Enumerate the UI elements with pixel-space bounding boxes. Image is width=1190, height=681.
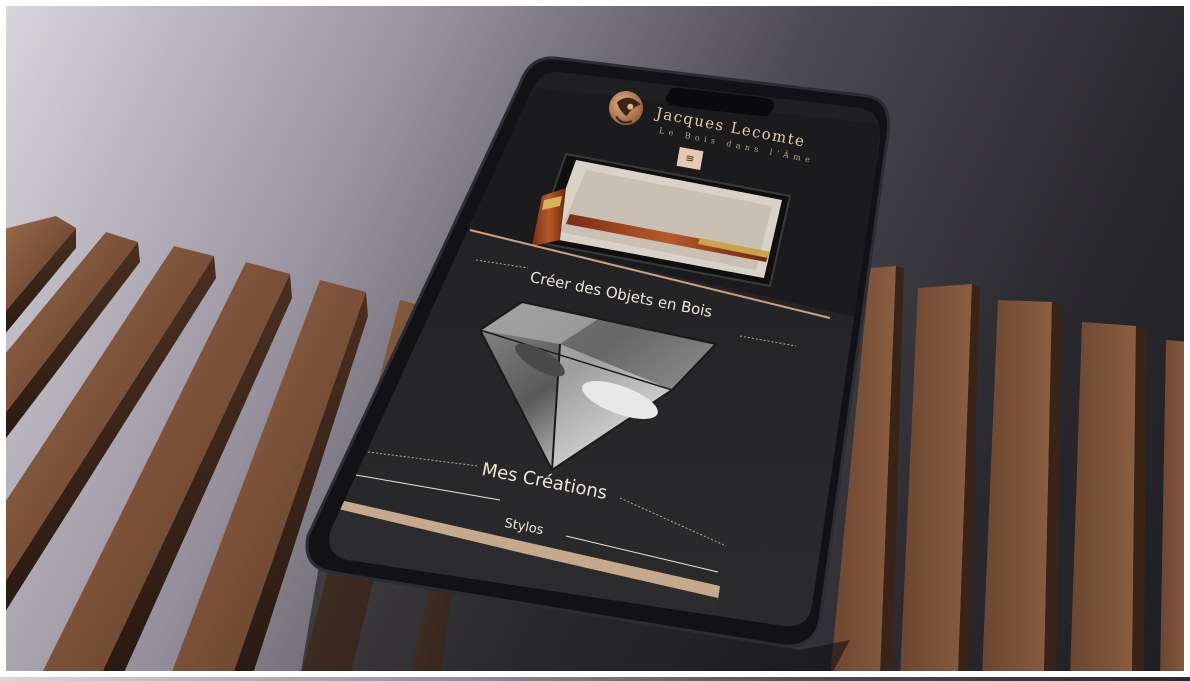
mockup-scene: Jacques Lecomte Le Bois dans l'Âme ≡ Cré…	[0, 0, 1190, 677]
site-content: Jacques Lecomte Le Bois dans l'Âme ≡ Cré…	[0, 0, 1190, 677]
hamburger-menu-button[interactable]: ≡	[676, 147, 704, 170]
section-heading-create: Créer des Objets en Bois	[528, 268, 714, 322]
category-heading-pens[interactable]: Stylos	[503, 516, 545, 538]
hamburger-icon: ≡	[684, 151, 696, 166]
section-heading-creations: Mes Créations	[479, 459, 609, 504]
